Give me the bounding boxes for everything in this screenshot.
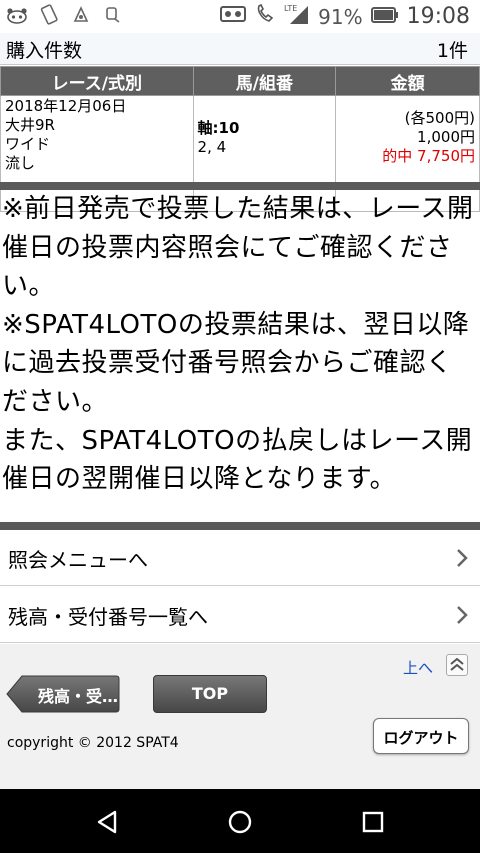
- clock: 19:08: [406, 4, 470, 29]
- payout-amount: 的中 7,750円: [382, 147, 475, 165]
- nav-home-icon[interactable]: [227, 809, 253, 835]
- logout-button[interactable]: ログアウト: [373, 718, 469, 754]
- nav-recents-icon[interactable]: [360, 809, 386, 835]
- scroll-top-link[interactable]: 上へ: [403, 657, 433, 678]
- unit-amount: (各500円): [404, 109, 475, 127]
- menu-link-balance[interactable]: 残高・受付番号一覧へ: [0, 587, 480, 643]
- cast-icon: [220, 4, 247, 29]
- lte-signal-icon: LTE: [284, 3, 310, 30]
- back-button-label: 残高・受…: [38, 687, 119, 706]
- battery-icon: [370, 5, 399, 29]
- notes-section: ※前日発売で投票した結果は、レース開催日の投票内容照会にてご確認ください。 ※S…: [2, 190, 478, 499]
- header-horse-combo: 馬/組番: [192, 66, 337, 96]
- top-button-label: TOP: [191, 684, 229, 703]
- call-icon: [254, 3, 276, 30]
- back-button[interactable]: 残高・受…: [6, 675, 120, 713]
- panda-icon: [6, 4, 28, 26]
- note-spat4loto-payout: また、SPAT4LOTOの払戻しはレース開催日の翌開催日以降となります。: [2, 425, 473, 495]
- partner-horses: 2, 4: [197, 138, 227, 156]
- total-amount: 1,000円: [417, 128, 475, 146]
- bet-method: 流し: [5, 154, 36, 172]
- battery-percent: 91%: [318, 4, 363, 29]
- chevron-right-icon: [457, 549, 468, 567]
- copyright-text: copyright © 2012 SPAT4: [7, 735, 179, 751]
- axis-horse: 軸:10: [197, 119, 240, 137]
- status-bar: LTE 91% 19:08: [0, 0, 480, 33]
- voicemail-icon: [102, 4, 124, 26]
- table-header-row: レース/式別 馬/組番 金額: [0, 66, 480, 96]
- scroll-top-button[interactable]: [446, 654, 468, 676]
- lte-label: LTE: [284, 4, 297, 13]
- menu-link-label: 照会メニューへ: [8, 548, 148, 572]
- note-spat4loto-results: ※SPAT4LOTOの投票結果は、翌日以降に過去投票受付番号照会からご確認くださ…: [2, 309, 470, 417]
- top-button[interactable]: TOP: [153, 675, 267, 713]
- header-amount: 金額: [335, 66, 480, 96]
- note-advance-sale: ※前日発売で投票した結果は、レース開催日の投票内容照会にてご確認ください。: [2, 194, 474, 302]
- race-name: 大井9R: [5, 116, 55, 134]
- section-divider: [0, 522, 480, 530]
- menu-link-label: 残高・受付番号一覧へ: [8, 605, 208, 629]
- purchase-count-row: 購入件数 1件: [0, 33, 480, 65]
- nav-back-icon[interactable]: [94, 809, 120, 835]
- double-chevron-up-icon: [450, 657, 464, 671]
- app-icon: [70, 4, 92, 26]
- logout-button-label: ログアウト: [383, 729, 459, 747]
- bet-type: ワイド: [5, 135, 51, 153]
- android-nav-bar: [0, 789, 480, 853]
- purchase-count-label: 購入件数: [6, 40, 83, 62]
- purchase-count-value: 1件: [436, 40, 468, 62]
- footer: 上へ 残高・受… TOP ログアウト copyright © 2012 SPAT…: [0, 644, 480, 789]
- section-divider: [0, 182, 480, 190]
- phone-rotate-icon: [38, 4, 60, 26]
- menu-link-inquiry[interactable]: 照会メニューへ: [0, 530, 480, 586]
- header-race-type: レース/式別: [0, 66, 194, 96]
- chevron-right-icon: [457, 606, 468, 624]
- race-date: 2018年12月06日: [5, 97, 127, 115]
